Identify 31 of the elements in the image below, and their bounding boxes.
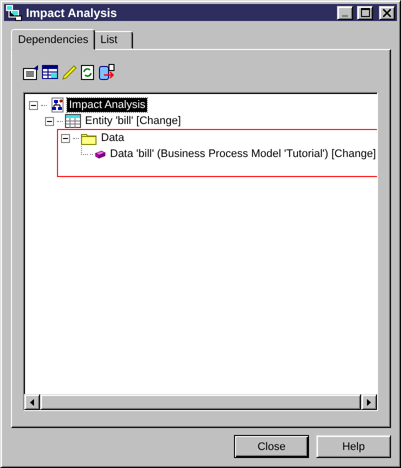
properties-icon[interactable] — [23, 63, 39, 81]
export-icon[interactable] — [99, 63, 115, 81]
tab[interactable]: List — [93, 31, 134, 49]
tree-item[interactable]: Data — [99, 131, 126, 145]
dialog-button[interactable]: Help — [316, 435, 391, 458]
collapse-toggle[interactable] — [45, 116, 54, 126]
table-icon — [65, 114, 81, 128]
close-button[interactable] — [379, 6, 395, 20]
refresh-icon[interactable] — [80, 63, 96, 81]
left-arrow-icon — [30, 398, 34, 406]
minimize-icon — [342, 14, 348, 16]
collapse-toggle[interactable] — [29, 100, 38, 110]
scroll-right-button[interactable] — [361, 394, 377, 410]
dialog-button[interactable]: Close — [234, 435, 309, 458]
close-icon — [383, 8, 391, 16]
table-icon[interactable] — [42, 63, 58, 81]
tab[interactable]: Dependencies — [11, 29, 96, 50]
tree-item[interactable]: Impact Analysis — [67, 98, 148, 112]
scroll-left-button[interactable] — [24, 394, 40, 410]
diagram-icon — [49, 97, 65, 113]
collapse-toggle[interactable] — [61, 134, 70, 142]
right-arrow-icon — [367, 398, 371, 406]
maximize-button[interactable] — [357, 6, 373, 20]
minimize-button[interactable] — [337, 6, 353, 20]
folder-icon — [81, 132, 97, 144]
tree-item[interactable]: Entity 'bill' [Change] — [83, 114, 183, 128]
pencil-icon[interactable] — [61, 63, 77, 81]
app-icon — [6, 4, 22, 20]
maximize-icon — [360, 8, 370, 17]
window-title: Impact Analysis — [26, 6, 118, 20]
tree-item[interactable]: Data 'bill' (Business Process Model 'Tutorial') [Change] — [108, 147, 377, 161]
